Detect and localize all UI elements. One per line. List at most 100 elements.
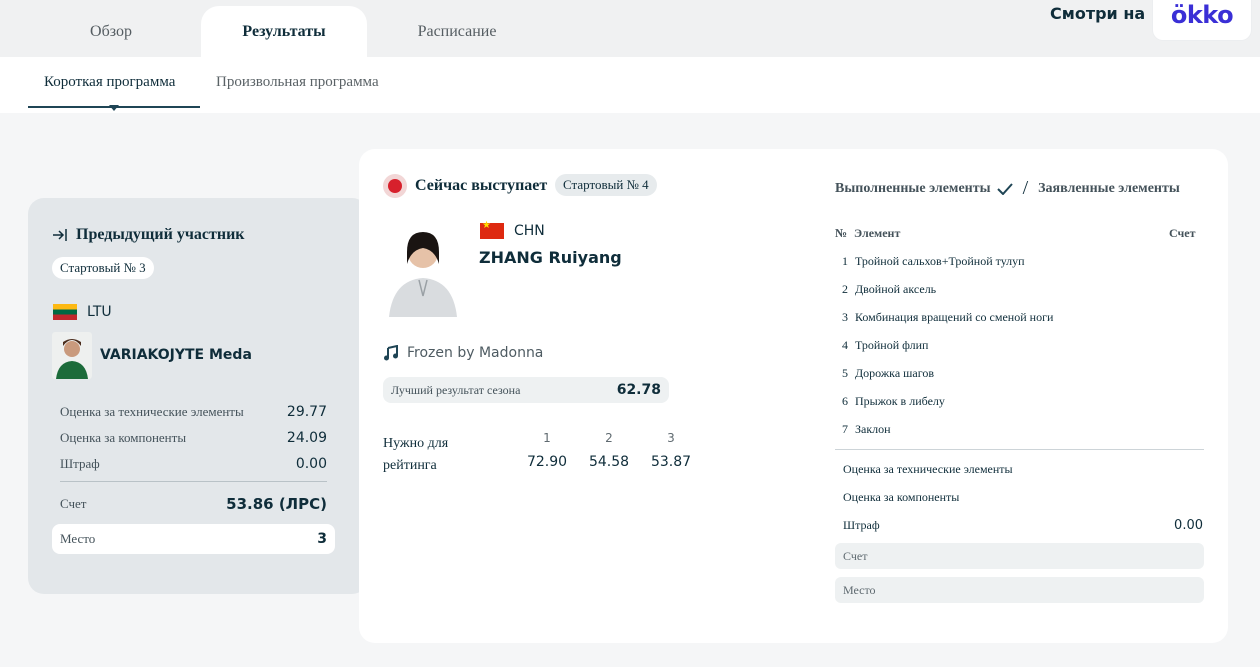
elements-divider	[835, 449, 1204, 450]
previous-comp-value: 24.09	[286, 430, 327, 446]
current-performer-card: Сейчас выступает Стартовый № 4 CHN ZHANG…	[359, 149, 1228, 643]
element-number: 3	[842, 309, 848, 324]
previous-comp-score-row: Оценка за компоненты 24.09	[60, 430, 327, 446]
element-row: 2 Двойной аксель	[835, 275, 1205, 303]
element-number: 1	[842, 253, 848, 268]
previous-start-number: Стартовый № 3	[52, 257, 154, 279]
previous-place-box: Место 3	[52, 524, 335, 554]
previous-place-value: 3	[317, 531, 327, 547]
current-athlete-avatar	[383, 220, 463, 317]
previous-tech-value: 29.77	[286, 404, 327, 420]
music-note-icon	[384, 345, 398, 361]
now-performing-label: Сейчас выступает	[415, 177, 548, 194]
previous-tech-label: Оценка за технические элементы	[60, 404, 244, 419]
current-athlete-name: ZHANG Ruiyang	[479, 248, 622, 267]
current-place-label: Место	[843, 582, 876, 597]
needed-place-3-header: 3	[667, 431, 675, 445]
season-best-box: Лучший результат сезона 62.78	[383, 377, 669, 403]
checkmark-icon	[996, 182, 1013, 195]
top-tabs-bar: Обзор Результаты Расписание Смотри на ök…	[0, 0, 1260, 57]
element-row: 7 Заклон	[835, 415, 1205, 443]
previous-tech-score-row: Оценка за технические элементы 29.77	[60, 404, 327, 420]
season-best-value: 62.78	[616, 382, 661, 398]
subtab-short-program[interactable]: Короткая программа	[44, 74, 175, 91]
season-best-label: Лучший результат сезона	[391, 382, 521, 397]
current-score-label: Счет	[843, 548, 868, 563]
current-start-number: Стартовый № 4	[555, 174, 657, 196]
needed-for-ranking-label: Нужно для рейтинга	[383, 433, 448, 477]
arrow-to-right-icon	[53, 229, 67, 241]
current-country: CHN	[480, 220, 545, 239]
col-element-header: Элемент	[854, 226, 901, 240]
needed-label-line1: Нужно для	[383, 436, 449, 451]
okko-logo: ökko	[1170, 1, 1234, 29]
needed-label-line2: рейтинга	[383, 458, 437, 473]
current-country-code: CHN	[514, 223, 545, 239]
previous-score-label: Счет	[60, 496, 87, 511]
tech-score-row: Оценка за технические элементы	[843, 462, 1203, 477]
needed-place-1: 1 72.90	[522, 431, 572, 470]
needed-place-2-value: 54.58	[588, 454, 630, 470]
needed-place-2: 2 54.58	[584, 431, 634, 470]
element-name: Прыжок в либелу	[855, 393, 945, 408]
previous-total-row: Счет 53.86 (ЛРС)	[60, 495, 327, 513]
okko-logo-button[interactable]: ökko	[1153, 0, 1251, 40]
needed-place-3-value: 53.87	[650, 454, 692, 470]
previous-participant-header[interactable]: Предыдущий участник	[52, 226, 245, 244]
element-number: 6	[842, 393, 848, 408]
col-number-header: №	[835, 226, 848, 240]
previous-athlete-avatar	[52, 332, 92, 379]
active-subtab-caret	[109, 105, 119, 111]
element-number: 7	[842, 421, 848, 436]
element-number: 2	[842, 281, 848, 296]
elements-toggle: Выполненные элементы / Заявленные элемен…	[835, 177, 1180, 200]
previous-country: LTU	[53, 304, 112, 320]
done-elements-tab[interactable]: Выполненные элементы	[835, 181, 991, 197]
element-row: 1 Тройной сальхов+Тройной тулуп	[835, 247, 1205, 275]
element-row: 3 Комбинация вращений со сменой ноги	[835, 303, 1205, 331]
element-name: Двойной аксель	[855, 281, 937, 296]
previous-athlete-name: VARIAKOJYTE Meda	[100, 347, 252, 363]
element-number: 5	[842, 365, 848, 380]
previous-score-value: 53.86 (ЛРС)	[226, 495, 327, 513]
watch-on-label: Смотри на	[1050, 4, 1146, 23]
china-flag-icon	[480, 220, 504, 239]
comp-score-label: Оценка за компоненты	[843, 490, 960, 504]
element-row: 5 Дорожка шагов	[835, 359, 1205, 387]
element-row: 4 Тройной флип	[835, 331, 1205, 359]
element-name: Тройной флип	[855, 337, 929, 352]
element-name: Комбинация вращений со сменой ноги	[855, 309, 1054, 324]
program-subnav: Короткая программа Произвольная программ…	[0, 57, 1260, 113]
previous-place-label: Место	[60, 531, 96, 546]
previous-penalty-value: 0.00	[295, 456, 327, 472]
penalty-row: Штраф 0.00	[843, 518, 1203, 533]
element-name: Тройной сальхов+Тройной тулуп	[855, 253, 1025, 268]
previous-participant-title: Предыдущий участник	[76, 226, 245, 243]
comp-score-row: Оценка за компоненты	[843, 490, 1203, 505]
col-score-header: Счет	[1169, 226, 1196, 240]
current-score-box: Счет	[835, 543, 1204, 569]
subtab-free-program[interactable]: Произвольная программа	[216, 74, 379, 91]
previous-comp-label: Оценка за компоненты	[60, 430, 187, 445]
current-place-box: Место	[835, 577, 1204, 603]
element-name: Заклон	[855, 421, 891, 436]
tabs-separator: /	[1022, 177, 1029, 199]
previous-penalty-label: Штраф	[60, 456, 100, 471]
needed-place-1-header: 1	[543, 431, 551, 445]
music-track: Frozen by Madonna	[383, 345, 543, 361]
tech-score-label: Оценка за технические элементы	[843, 462, 1013, 476]
planned-elements-tab[interactable]: Заявленные элементы	[1038, 181, 1180, 197]
music-title: Frozen by Madonna	[407, 345, 544, 361]
penalty-value: 0.00	[1174, 518, 1203, 533]
tab-overview[interactable]: Обзор	[28, 6, 194, 57]
penalty-label: Штраф	[843, 518, 880, 532]
previous-penalty-row: Штраф 0.00	[60, 456, 327, 472]
lithuania-flag-icon	[53, 304, 77, 320]
element-row: 6 Прыжок в либелу	[835, 387, 1205, 415]
needed-place-3: 3 53.87	[646, 431, 696, 470]
element-name: Дорожка шагов	[855, 365, 935, 380]
tab-results[interactable]: Результаты	[201, 6, 367, 57]
tab-schedule[interactable]: Расписание	[374, 6, 540, 57]
previous-participant-panel: Предыдущий участник Стартовый № 3 LTU VA…	[28, 198, 368, 594]
needed-place-1-value: 72.90	[526, 454, 568, 470]
